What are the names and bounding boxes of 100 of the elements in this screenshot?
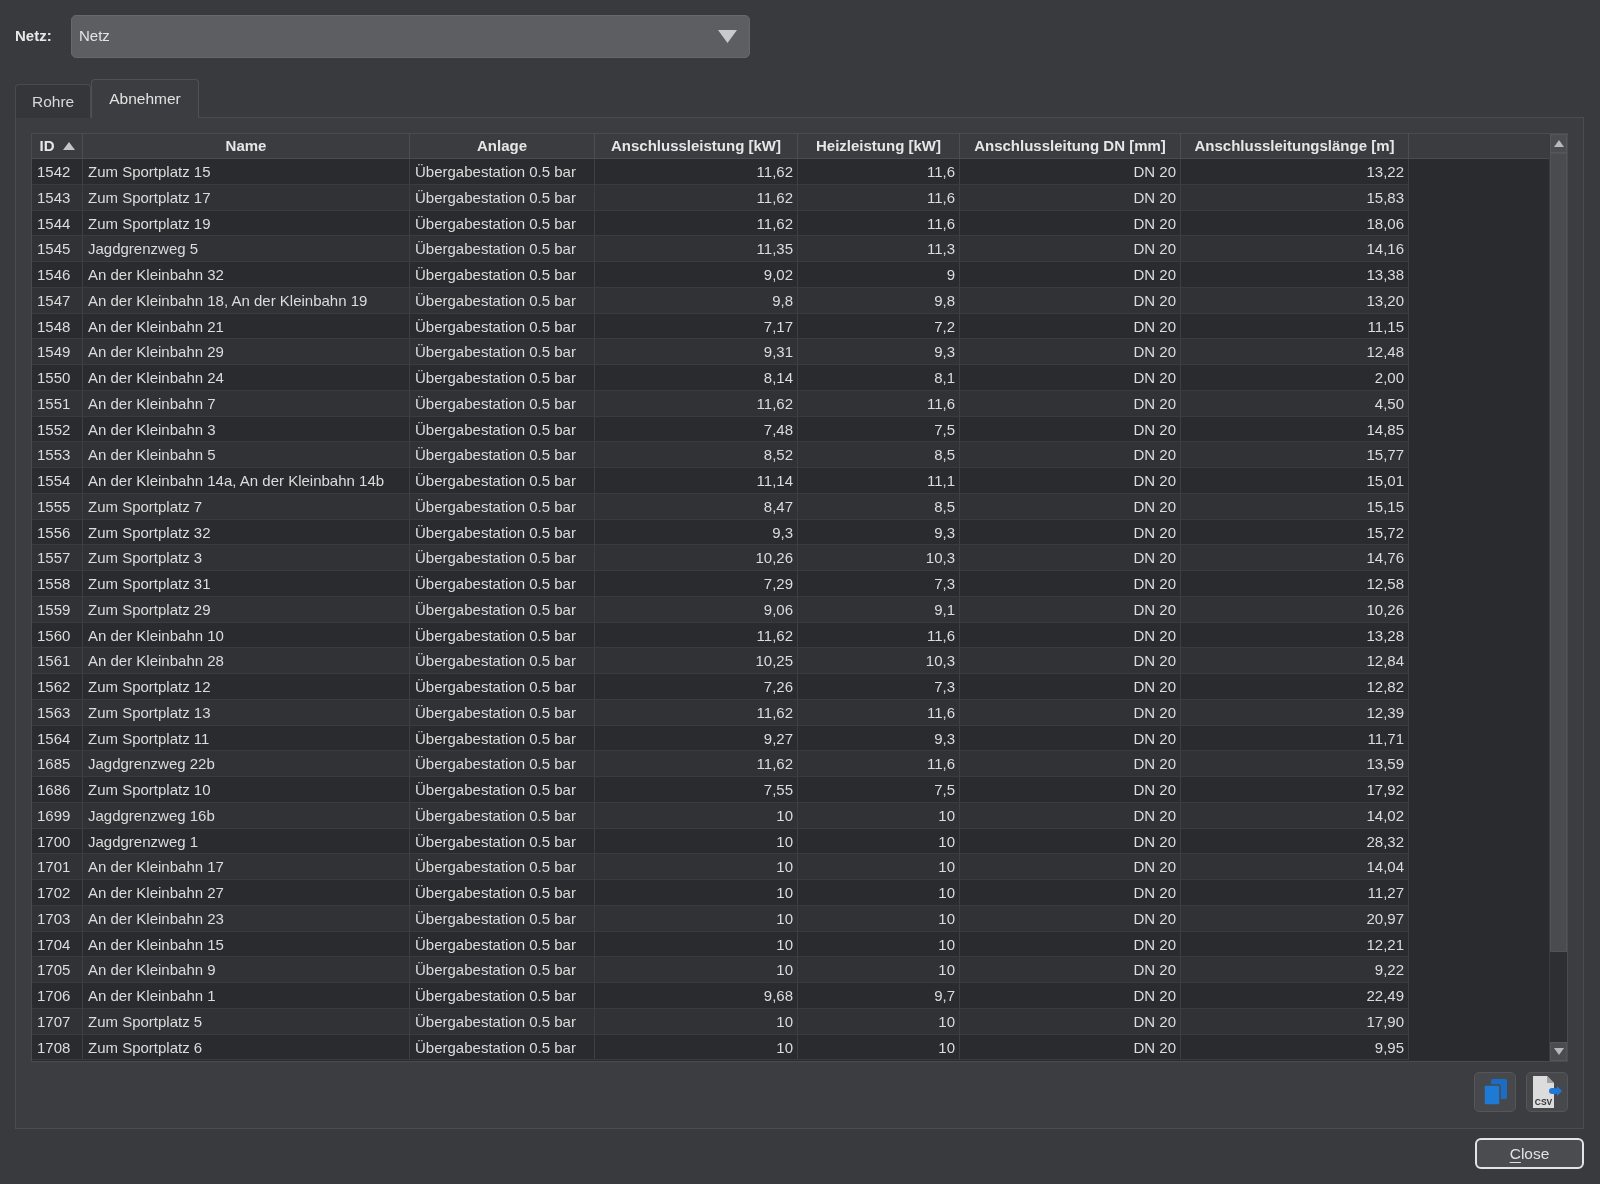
table-cell: 8,47: [595, 493, 798, 520]
table-cell: 8,14: [595, 365, 798, 391]
table-cell: 11,6: [798, 159, 960, 185]
table-cell: Übergabestation 0.5 bar: [410, 390, 595, 417]
table-cell: DN 20: [960, 545, 1181, 571]
table-cell: 9,3: [798, 725, 960, 752]
table-cell: An der Kleinbahn 24: [83, 365, 410, 391]
table-cell: 11,6: [798, 622, 960, 649]
table-cell: DN 20: [960, 571, 1181, 597]
table-cell: DN 20: [960, 339, 1181, 365]
table-cell: 12,39: [1181, 699, 1409, 726]
table-cell: Zum Sportplatz 17: [83, 184, 410, 211]
table-cell: 10: [798, 1008, 960, 1035]
table-cell: DN 20: [960, 1034, 1181, 1061]
table-cell: Übergabestation 0.5 bar: [410, 1034, 595, 1061]
table-cell: Übergabestation 0.5 bar: [410, 365, 595, 391]
table-cell: 11,6: [798, 699, 960, 726]
table-cell: DN 20: [960, 159, 1181, 185]
table-cell: Übergabestation 0.5 bar: [410, 674, 595, 700]
table-cell: 9,8: [595, 287, 798, 314]
table-cell: 9,27: [595, 725, 798, 752]
netz-dropdown[interactable]: Netz: [71, 15, 750, 58]
table-cell: DN 20: [960, 983, 1181, 1009]
table-cell: 1707: [32, 1008, 83, 1035]
table-cell: 15,01: [1181, 468, 1409, 494]
table-cell: 1550: [32, 365, 83, 391]
table-cell: Übergabestation 0.5 bar: [410, 545, 595, 571]
table-cell: 11,27: [1181, 880, 1409, 906]
export-csv-button[interactable]: CSV: [1526, 1072, 1568, 1112]
table-cell: 14,04: [1181, 854, 1409, 880]
table-cell: Übergabestation 0.5 bar: [410, 802, 595, 829]
caret-up-icon: [1553, 140, 1564, 147]
table-cell: Übergabestation 0.5 bar: [410, 1008, 595, 1035]
tab[interactable]: Abnehmer: [91, 79, 199, 118]
table-cell: Zum Sportplatz 29: [83, 596, 410, 623]
table-cell: An der Kleinbahn 3: [83, 416, 410, 443]
table-cell: 10: [595, 802, 798, 829]
scrollbar[interactable]: [1549, 134, 1567, 1061]
table-cell: Übergabestation 0.5 bar: [410, 777, 595, 803]
table-cell: 9,3: [595, 519, 798, 546]
table-cell: An der Kleinbahn 14a, An der Kleinbahn 14b: [83, 468, 410, 494]
table-cell: 11,15: [1181, 313, 1409, 340]
table-cell: 11,71: [1181, 725, 1409, 752]
table-cell: 1554: [32, 468, 83, 494]
table-cell: 14,76: [1181, 545, 1409, 571]
table-cell: DN 20: [960, 674, 1181, 700]
table-cell: An der Kleinbahn 10: [83, 622, 410, 649]
table-cell: Zum Sportplatz 32: [83, 519, 410, 546]
table-cell: 9,22: [1181, 957, 1409, 983]
table-cell: 1556: [32, 519, 83, 546]
table-cell: Übergabestation 0.5 bar: [410, 751, 595, 777]
table-cell: 10: [798, 802, 960, 829]
table-cell: Zum Sportplatz 6: [83, 1034, 410, 1061]
table-cell: 1559: [32, 596, 83, 623]
table-cell: 1553: [32, 442, 83, 468]
table-cell: 1699: [32, 802, 83, 829]
table-cell: An der Kleinbahn 1: [83, 983, 410, 1009]
table-cell: 10: [595, 931, 798, 958]
table-cell: Übergabestation 0.5 bar: [410, 519, 595, 546]
table-cell: DN 20: [960, 931, 1181, 958]
table-cell: 7,55: [595, 777, 798, 803]
scroll-thumb[interactable]: [1550, 153, 1567, 952]
table-cell: 1564: [32, 725, 83, 752]
table-cell: An der Kleinbahn 28: [83, 648, 410, 674]
table-cell: 10: [595, 957, 798, 983]
scroll-up-button[interactable]: [1550, 134, 1567, 153]
table-cell: 10,3: [798, 545, 960, 571]
table-cell: DN 20: [960, 236, 1181, 262]
copy-icon: [1483, 1079, 1507, 1105]
table-cell: Übergabestation 0.5 bar: [410, 596, 595, 623]
table-cell: Zum Sportplatz 7: [83, 493, 410, 520]
caret-icon[interactable]: [718, 30, 737, 43]
table-cell: 10: [798, 854, 960, 880]
table-cell: 9,06: [595, 596, 798, 623]
table-cell: 11,6: [798, 390, 960, 417]
table-cell: 11,62: [595, 184, 798, 211]
table-cell: Übergabestation 0.5 bar: [410, 880, 595, 906]
table-cell: 22,49: [1181, 983, 1409, 1009]
table-cell: 7,17: [595, 313, 798, 340]
table-cell: Übergabestation 0.5 bar: [410, 905, 595, 932]
table-cell: An der Kleinbahn 29: [83, 339, 410, 365]
table-cell: 1543: [32, 184, 83, 211]
close-button[interactable]: Close: [1475, 1138, 1584, 1169]
copy-button[interactable]: [1474, 1072, 1516, 1112]
table-cell: DN 20: [960, 880, 1181, 906]
table-cell: 1548: [32, 313, 83, 340]
table-cell: DN 20: [960, 828, 1181, 855]
table-cell: 7,5: [798, 416, 960, 443]
table-cell: Übergabestation 0.5 bar: [410, 339, 595, 365]
table-cell: 11,1: [798, 468, 960, 494]
table-cell: 11,62: [595, 751, 798, 777]
table-cell: DN 20: [960, 699, 1181, 726]
table-cell: Jagdgrenzweg 22b: [83, 751, 410, 777]
tab[interactable]: Rohre: [15, 84, 92, 118]
table-cell: 15,83: [1181, 184, 1409, 211]
table-cell: 9,02: [595, 262, 798, 288]
table-cell: Zum Sportplatz 11: [83, 725, 410, 752]
scroll-down-button[interactable]: [1550, 1042, 1567, 1061]
table-cell: 14,02: [1181, 802, 1409, 829]
table-cell: 12,21: [1181, 931, 1409, 958]
